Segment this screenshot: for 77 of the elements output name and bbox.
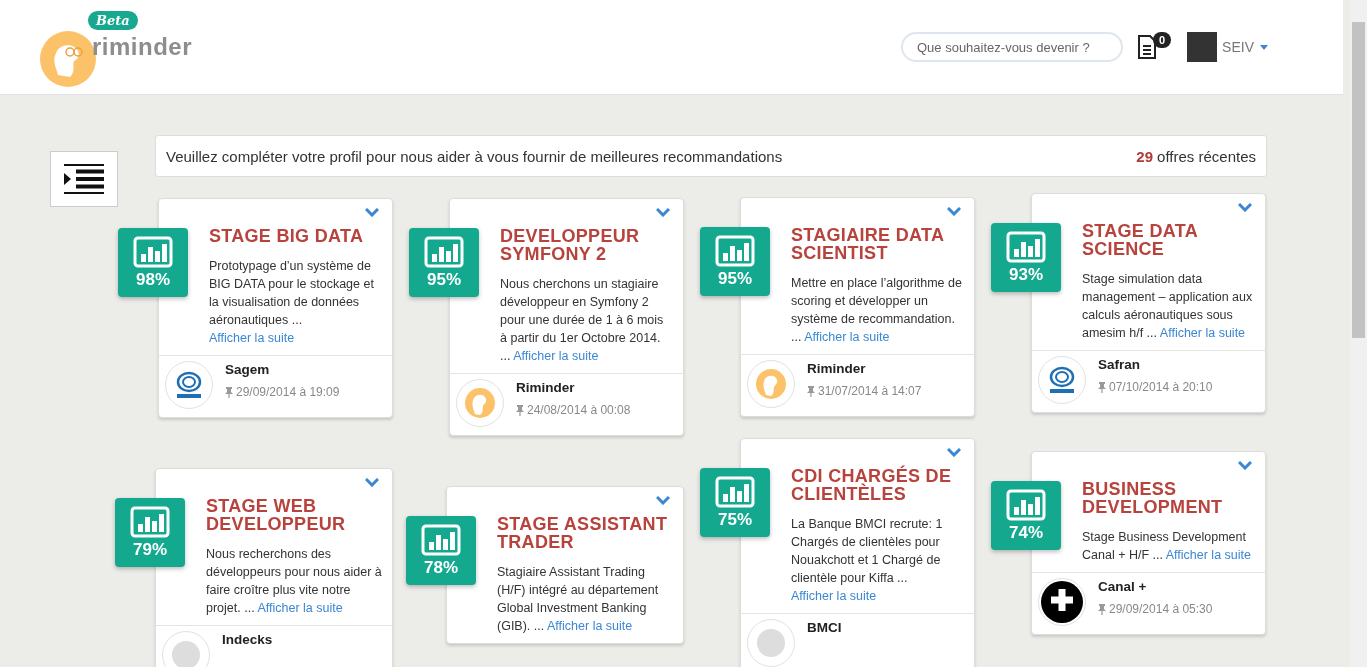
job-description: Nous recherchons des développeurs pour nous aider à faire croître plus vite notre projet. ... Afficher la suite xyxy=(206,546,382,617)
show-more-link[interactable]: Afficher la suite xyxy=(209,331,295,345)
caret-icon[interactable] xyxy=(1260,44,1268,50)
chevron-down-icon[interactable] xyxy=(656,208,670,217)
post-date: 07/10/2014 à 20:10 xyxy=(1109,380,1213,394)
chevron-down-icon[interactable] xyxy=(1238,203,1252,212)
job-description: Stagiaire Assistant Trading (H/F) intégré au département Global Investment Banking (GIB). ... Afficher la suite xyxy=(497,564,660,635)
pin-icon xyxy=(807,385,815,397)
show-more-link[interactable]: Afficher la suite xyxy=(257,601,343,615)
company-name[interactable]: Riminder xyxy=(516,380,631,395)
job-title[interactable]: STAGE ASSISTANT TRADER xyxy=(497,515,673,551)
show-more-link[interactable]: Afficher la suite xyxy=(1165,548,1251,562)
round-logo-icon xyxy=(171,640,201,667)
offer-count: 29 xyxy=(1136,147,1154,165)
beta-badge: Beta xyxy=(88,11,138,30)
bar-chart-icon xyxy=(421,523,461,556)
job-description: Stage Business Development Canal + H/F ... Afficher la suite xyxy=(1082,529,1252,564)
job-title[interactable]: STAGE WEB DEVELOPPEUR xyxy=(206,497,382,533)
bar-chart-icon xyxy=(1006,488,1046,521)
bar-chart-icon xyxy=(130,505,170,538)
chevron-down-icon[interactable] xyxy=(365,208,379,217)
pin-icon xyxy=(225,386,233,398)
show-more-link[interactable]: Afficher la suite xyxy=(513,349,599,363)
company-name[interactable]: Indecks xyxy=(222,632,273,647)
job-title[interactable]: STAGE BIG DATA xyxy=(209,227,382,245)
show-more-link[interactable]: Afficher la suite xyxy=(547,619,633,633)
company-name[interactable]: Canal + xyxy=(1098,579,1213,594)
rings-logo-icon xyxy=(1047,365,1077,395)
round-logo-icon xyxy=(756,628,786,658)
show-more-link[interactable]: Afficher la suite xyxy=(1159,326,1246,340)
job-title[interactable]: STAGE DATA SCIENCE xyxy=(1082,222,1255,258)
search-field[interactable]: Que souhaitez-vous devenir ? xyxy=(900,32,1123,62)
post-date: 29/09/2014 à 05:30 xyxy=(1109,602,1213,616)
job-description: Nous cherchons un stagiaire développeur en Symfony 2 pour une durée de 1 à 6 mois à partir du 1er Octobre 2014. ... Afficher la suite xyxy=(500,276,665,365)
company-name[interactable]: BMCI xyxy=(807,620,842,635)
job-description: Stage simulation data management – application aux calculs aéronautiques sous amesim h/f ... Afficher la suite xyxy=(1082,271,1254,342)
job-title[interactable]: DEVELOPPEUR SYMFONY 2 xyxy=(500,227,673,263)
document-icon[interactable] xyxy=(1136,35,1157,59)
banner-message: Veuillez compléter votre profil pour nous aider à vous fournir de meilleures recommandations xyxy=(166,147,783,165)
post-date: 29/09/2014 à 19:09 xyxy=(236,385,340,399)
show-more-link[interactable]: Afficher la suite xyxy=(791,589,877,603)
post-date: 24/08/2014 à 00:08 xyxy=(527,403,631,417)
job-title[interactable]: BUSINESS DEVELOPMENT xyxy=(1082,480,1255,516)
chevron-down-icon[interactable] xyxy=(947,448,961,457)
head-logo-icon xyxy=(465,388,495,418)
menu-icon xyxy=(62,164,106,194)
show-more-link[interactable]: Afficher la suite xyxy=(804,330,890,344)
chevron-down-icon[interactable] xyxy=(365,478,379,487)
pin-icon xyxy=(516,404,524,416)
menu-toggle-button[interactable] xyxy=(50,151,118,207)
pin-icon xyxy=(1098,381,1106,393)
avatar-photo-placeholder[interactable] xyxy=(1187,32,1218,62)
bar-chart-icon xyxy=(1006,230,1046,263)
job-description: Mettre en place l’algorithme de scoring et développer un système de recommandation. ... Afficher la suite xyxy=(791,275,963,346)
job-title[interactable]: CDI CHARGÉS DE CLIENTÈLES xyxy=(791,467,964,503)
logo-text[interactable]: riminder xyxy=(92,33,193,61)
post-date: 31/07/2014 à 14:07 xyxy=(818,384,922,398)
chevron-down-icon[interactable] xyxy=(656,496,670,505)
scrollbar[interactable] xyxy=(1350,0,1367,667)
bar-chart-icon xyxy=(133,235,173,268)
company-name[interactable]: Sagem xyxy=(225,362,340,377)
chevron-down-icon[interactable] xyxy=(947,207,961,216)
chevron-down-icon[interactable] xyxy=(1238,461,1252,470)
bar-chart-icon xyxy=(424,235,464,268)
job-description: La Banque BMCI recrute: 1 Chargés de clientèles pour Nouakchott et 1 Chargé de clientèle pour Kiffa ... Afficher la suite xyxy=(791,516,944,605)
user-menu[interactable]: SEIV xyxy=(1222,39,1254,55)
offer-count-label: offres récentes xyxy=(1157,147,1256,165)
job-title[interactable]: STAGIAIRE DATA SCIENTIST xyxy=(791,226,964,262)
company-name[interactable]: Safran xyxy=(1098,357,1213,372)
company-name[interactable]: Riminder xyxy=(807,361,922,376)
rings-logo-icon xyxy=(174,370,204,400)
bar-chart-icon xyxy=(715,234,755,267)
pin-icon xyxy=(1098,603,1106,615)
job-description: Prototypage d’un système de BIG DATA pour le stockage et la visualisation de données aéronautiques ... Afficher la suite xyxy=(209,258,375,347)
notification-count: 0 xyxy=(1152,32,1172,48)
head-logo-icon xyxy=(756,369,786,399)
bar-chart-icon xyxy=(715,475,755,508)
